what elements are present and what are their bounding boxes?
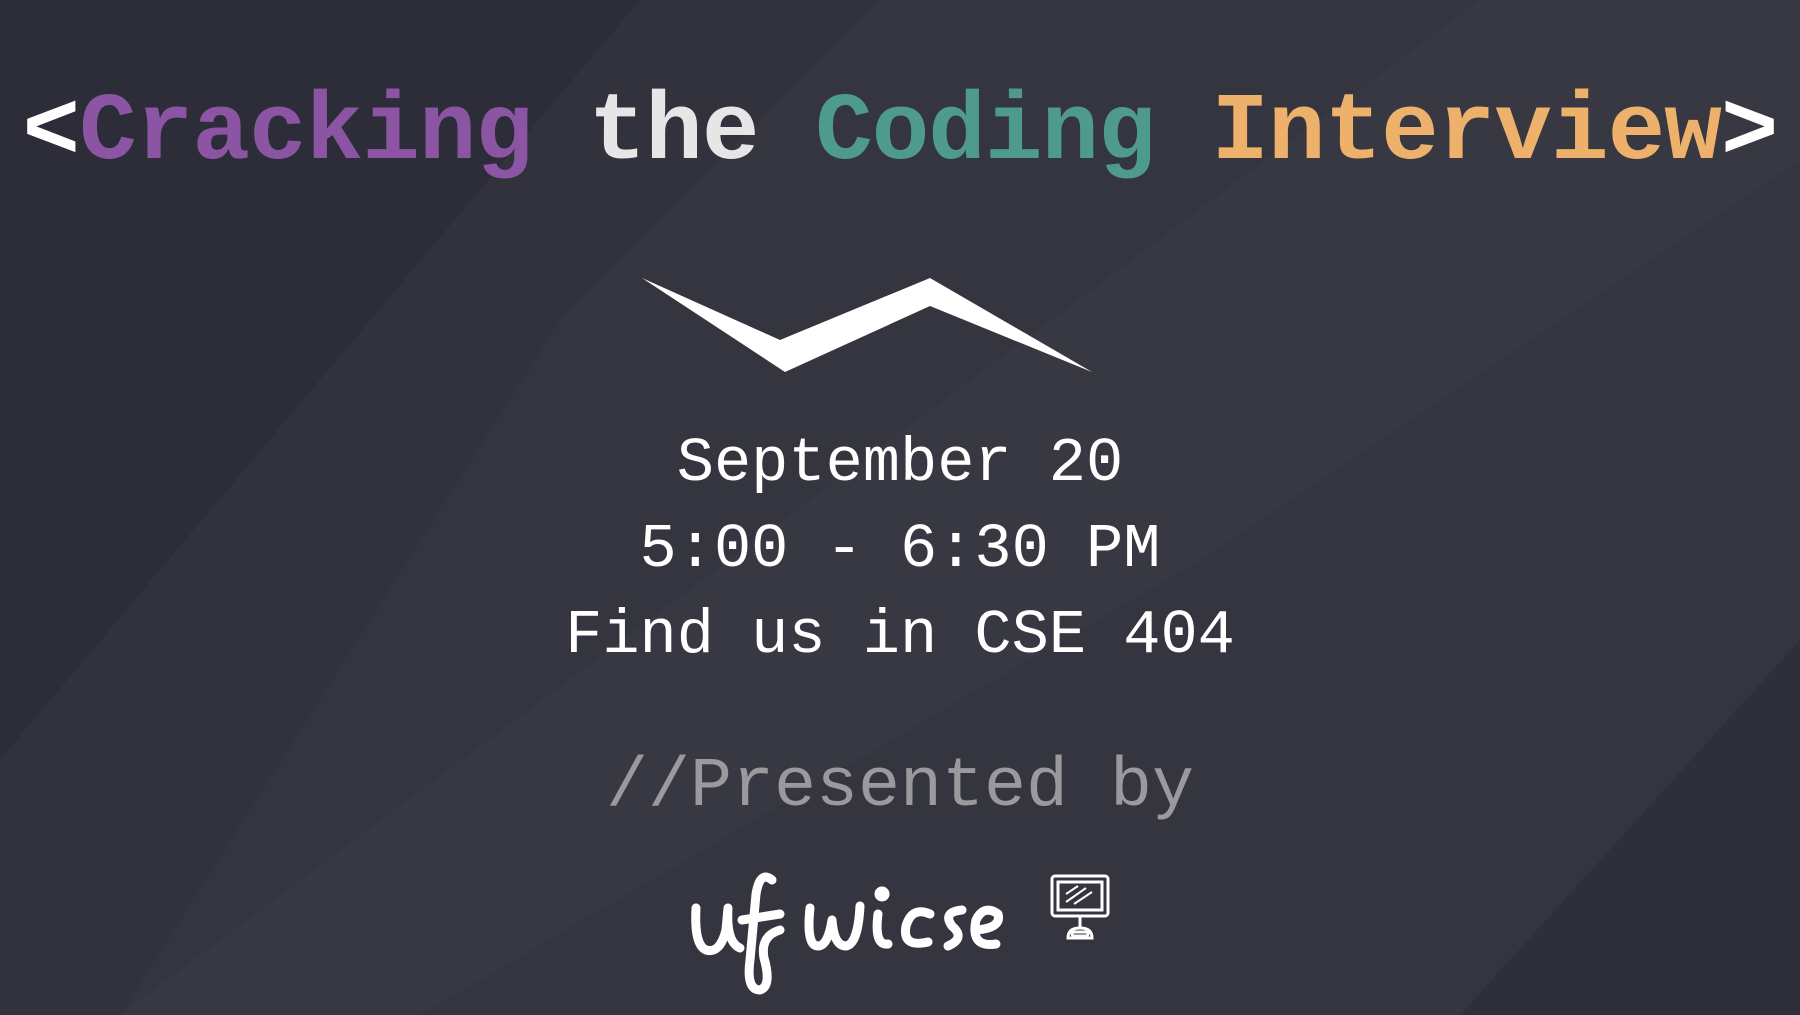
uf-wicse-logo — [691, 872, 1110, 995]
title-word-the: the — [588, 78, 760, 187]
presented-by-label: //Presented by — [605, 748, 1195, 827]
title-word-cracking: Cracking — [79, 78, 533, 187]
event-location: Find us in CSE 404 — [565, 600, 1235, 671]
computer-monitor-icon — [1050, 874, 1110, 940]
event-title: <Cracking the Coding Interview> — [0, 78, 1800, 188]
title-word-coding: Coding — [815, 78, 1156, 187]
event-time: 5:00 - 6:30 PM — [639, 514, 1161, 585]
title-close-bracket: > — [1720, 78, 1779, 187]
title-word-interview: Interview — [1211, 78, 1721, 187]
title-open-bracket: < — [22, 78, 81, 187]
event-date: September 20 — [676, 428, 1124, 499]
